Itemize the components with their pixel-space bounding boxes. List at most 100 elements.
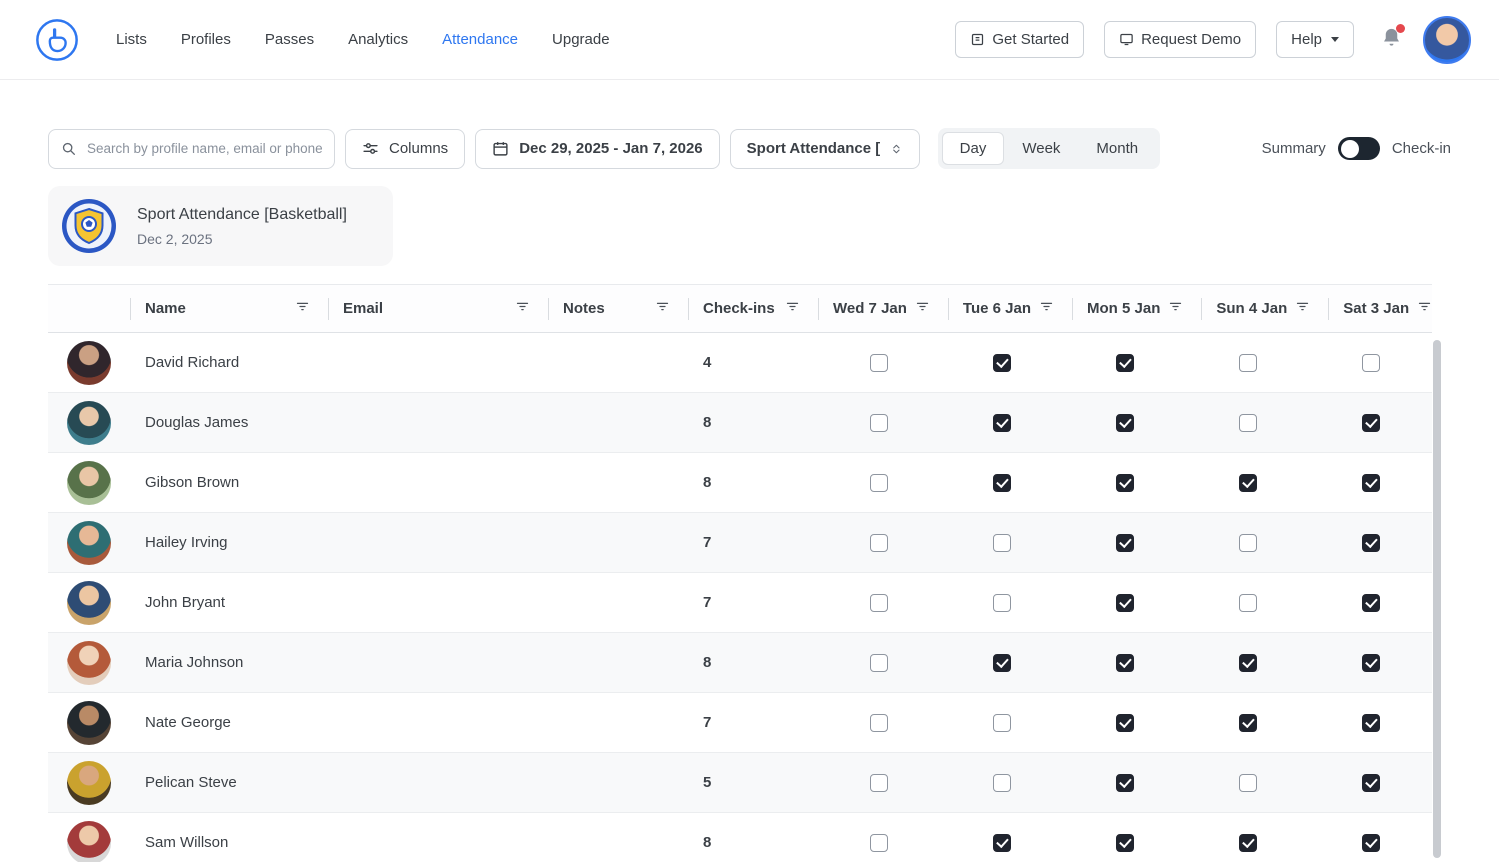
attendance-checkbox[interactable]: [1239, 594, 1257, 612]
column-header[interactable]: Notes: [548, 285, 688, 332]
attendance-checkbox[interactable]: [870, 474, 888, 492]
day-cell: [1186, 693, 1309, 752]
nav-item-analytics[interactable]: Analytics: [348, 31, 408, 48]
attendance-checkbox[interactable]: [993, 534, 1011, 552]
attendance-checkbox[interactable]: [1116, 414, 1134, 432]
attendance-checkbox[interactable]: [1116, 654, 1134, 672]
attendance-checkbox[interactable]: [1116, 594, 1134, 612]
attendance-checkbox[interactable]: [870, 534, 888, 552]
filter-icon[interactable]: [1295, 299, 1310, 319]
nav-item-profiles[interactable]: Profiles: [181, 31, 231, 48]
nav-item-upgrade[interactable]: Upgrade: [552, 31, 610, 48]
attendance-checkbox[interactable]: [870, 354, 888, 372]
view-day-button[interactable]: Day: [942, 132, 1005, 165]
filter-icon[interactable]: [915, 299, 930, 319]
nav-item-attendance[interactable]: Attendance: [442, 31, 518, 48]
table-row: David Richard 4: [48, 333, 1432, 393]
attendance-checkbox[interactable]: [1239, 654, 1257, 672]
attendance-checkbox[interactable]: [1362, 474, 1380, 492]
email-cell: [328, 333, 548, 392]
attendance-checkbox[interactable]: [1116, 834, 1134, 852]
avatar: [67, 341, 111, 385]
notifications-button[interactable]: [1380, 26, 1403, 54]
attendance-checkbox[interactable]: [993, 354, 1011, 372]
filter-icon[interactable]: [785, 299, 800, 319]
column-header[interactable]: Mon 5 Jan: [1072, 285, 1201, 332]
day-cell: [1309, 453, 1432, 512]
attendance-checkbox[interactable]: [1116, 714, 1134, 732]
column-header[interactable]: Check-ins: [688, 285, 818, 332]
day-cell: [1064, 813, 1187, 862]
view-week-button[interactable]: Week: [1004, 132, 1078, 165]
attendance-checkbox[interactable]: [1239, 474, 1257, 492]
attendance-checkbox[interactable]: [993, 654, 1011, 672]
filter-icon[interactable]: [1168, 299, 1183, 319]
attendance-checkbox[interactable]: [870, 594, 888, 612]
filter-icon[interactable]: [295, 299, 310, 319]
attendance-checkbox[interactable]: [1116, 354, 1134, 372]
attendance-checkbox[interactable]: [1239, 774, 1257, 792]
attendance-checkbox[interactable]: [1239, 834, 1257, 852]
attendance-checkbox[interactable]: [870, 654, 888, 672]
event-filter-select[interactable]: Sport Attendance [...: [730, 129, 920, 169]
attendance-checkbox[interactable]: [1116, 534, 1134, 552]
attendance-checkbox[interactable]: [870, 414, 888, 432]
attendance-checkbox[interactable]: [1362, 654, 1380, 672]
request-demo-button[interactable]: Request Demo: [1104, 21, 1256, 58]
attendance-checkbox[interactable]: [1362, 354, 1380, 372]
attendance-checkbox[interactable]: [1239, 534, 1257, 552]
column-header[interactable]: Wed 7 Jan: [818, 285, 948, 332]
attendance-checkbox[interactable]: [1362, 714, 1380, 732]
avatar: [67, 701, 111, 745]
user-avatar[interactable]: [1423, 16, 1471, 64]
attendance-checkbox[interactable]: [993, 594, 1011, 612]
column-header[interactable]: Name: [130, 285, 328, 332]
attendance-checkbox[interactable]: [993, 714, 1011, 732]
column-header[interactable]: Tue 6 Jan: [948, 285, 1072, 332]
attendance-checkbox[interactable]: [870, 834, 888, 852]
attendance-checkbox[interactable]: [1362, 594, 1380, 612]
column-label: Sat 3 Jan: [1343, 300, 1409, 317]
attendance-checkbox[interactable]: [1362, 834, 1380, 852]
profile-name: Gibson Brown: [145, 474, 239, 491]
calendar-icon: [492, 140, 509, 157]
avatar: [67, 461, 111, 505]
get-started-button[interactable]: Get Started: [955, 21, 1084, 58]
filter-icon[interactable]: [655, 299, 670, 319]
table-row: Maria Johnson 8: [48, 633, 1432, 693]
date-range-button[interactable]: Dec 29, 2025 - Jan 7, 2026: [475, 129, 719, 169]
attendance-checkbox[interactable]: [1239, 414, 1257, 432]
attendance-checkbox[interactable]: [993, 414, 1011, 432]
notes-cell: [548, 813, 688, 862]
search-input[interactable]: [48, 129, 335, 169]
app-logo[interactable]: [34, 17, 80, 63]
attendance-checkbox[interactable]: [993, 774, 1011, 792]
attendance-checkbox[interactable]: [1116, 774, 1134, 792]
filter-icon[interactable]: [1039, 299, 1054, 319]
nav-item-passes[interactable]: Passes: [265, 31, 314, 48]
columns-button[interactable]: Columns: [345, 129, 465, 169]
column-header[interactable]: Email: [328, 285, 548, 332]
view-month-button[interactable]: Month: [1078, 132, 1156, 165]
attendance-checkbox[interactable]: [1116, 474, 1134, 492]
summary-checkin-toggle[interactable]: [1338, 137, 1380, 160]
attendance-checkbox[interactable]: [1362, 534, 1380, 552]
attendance-checkbox[interactable]: [1239, 714, 1257, 732]
column-header[interactable]: Sun 4 Jan: [1201, 285, 1328, 332]
checkins-count: 8: [703, 834, 711, 851]
column-header[interactable]: Sat 3 Jan: [1328, 285, 1432, 332]
notes-cell: [548, 453, 688, 512]
filter-icon[interactable]: [515, 299, 530, 319]
attendance-checkbox[interactable]: [1239, 354, 1257, 372]
attendance-checkbox[interactable]: [870, 774, 888, 792]
attendance-checkbox[interactable]: [993, 474, 1011, 492]
help-button[interactable]: Help: [1276, 21, 1354, 58]
attendance-checkbox[interactable]: [1362, 774, 1380, 792]
nav-item-lists[interactable]: Lists: [116, 31, 147, 48]
filter-icon[interactable]: [1417, 299, 1432, 319]
attendance-checkbox[interactable]: [870, 714, 888, 732]
attendance-checkbox[interactable]: [1362, 414, 1380, 432]
table-header-row: Name Email Notes Check-ins: [48, 285, 1432, 333]
attendance-checkbox[interactable]: [993, 834, 1011, 852]
table-scrollbar[interactable]: [1433, 340, 1441, 858]
